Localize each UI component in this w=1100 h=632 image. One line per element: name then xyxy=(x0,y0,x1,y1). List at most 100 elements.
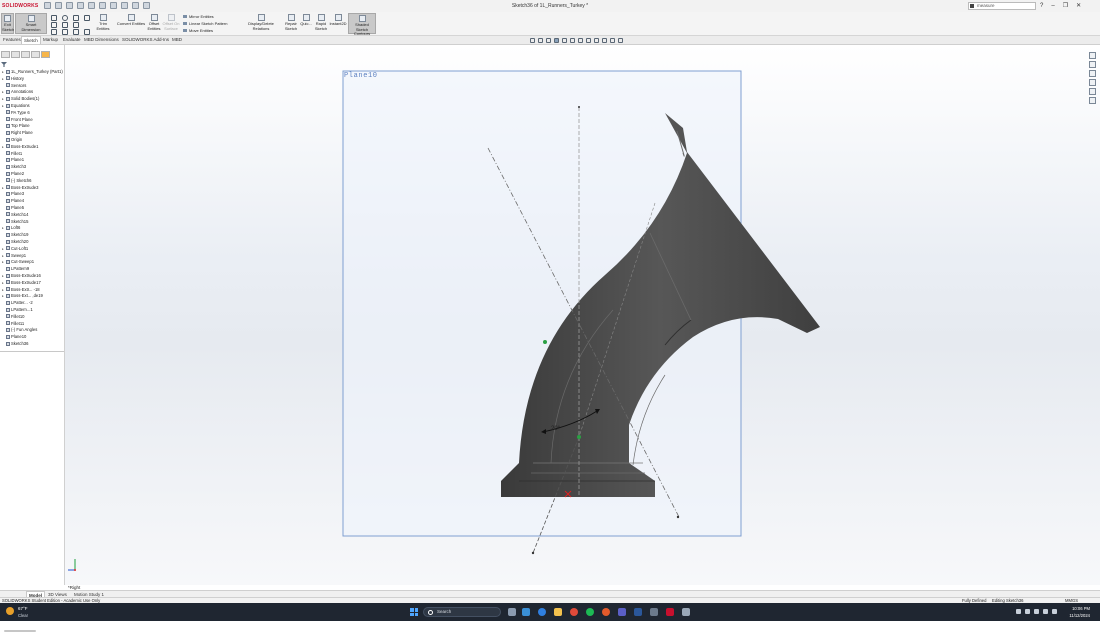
restore-button[interactable]: ❐ xyxy=(1063,2,1068,10)
rebuild-icon[interactable] xyxy=(121,2,128,9)
tree-item[interactable]: Fillet10 xyxy=(2,314,25,320)
dimxpert-icon[interactable] xyxy=(31,51,40,58)
offset-on-surface-button[interactable]: Offset On Surface xyxy=(162,13,180,34)
tree-item[interactable]: Sketch20 xyxy=(2,239,28,245)
tree-item[interactable]: Sketch36 xyxy=(2,341,28,347)
appearances-icon[interactable] xyxy=(1089,88,1096,95)
tab-solidworks-addins[interactable]: SOLIDWORKS Add-Ins xyxy=(120,36,171,44)
sketch-endpoint[interactable] xyxy=(676,515,680,519)
mirror-entities-button[interactable]: Mirror Entities xyxy=(183,14,214,19)
dynamic-annotation-icon[interactable] xyxy=(562,38,567,43)
tree-item[interactable]: ▸ Boss-Extrude17 xyxy=(2,280,41,286)
tree-item[interactable]: ▸ Boss-Extrude16 xyxy=(2,273,41,279)
weather-icon[interactable] xyxy=(6,607,14,615)
exit-sketch-button[interactable]: Exit Sketch xyxy=(1,13,14,34)
plane-tool-icon[interactable] xyxy=(73,29,79,35)
circle-tool-icon[interactable] xyxy=(62,15,68,21)
undo-icon[interactable] xyxy=(99,2,106,9)
smart-dimension-button[interactable]: Smart Dimension xyxy=(15,13,47,34)
tab-sketch[interactable]: Sketch xyxy=(21,36,41,44)
tree-item[interactable]: Sketch14 xyxy=(2,212,28,218)
tree-item[interactable]: ▸ Loft6 xyxy=(2,225,20,231)
tree-item[interactable]: Plane5 xyxy=(2,205,24,211)
arc-tool-icon[interactable] xyxy=(51,29,57,35)
edge-icon[interactable] xyxy=(538,608,546,616)
word-icon[interactable] xyxy=(634,608,642,616)
help-button[interactable]: ? xyxy=(1040,2,1043,10)
tree-item[interactable]: ▸ 1L_Runners_Turkey (Part1) xyxy=(2,69,63,75)
spotify-icon[interactable] xyxy=(586,608,594,616)
clock-date[interactable]: 11/12/2024 xyxy=(1062,613,1090,618)
property-manager-icon[interactable] xyxy=(11,51,20,58)
sketch-endpoint[interactable] xyxy=(531,551,535,555)
wifi-icon[interactable] xyxy=(1034,609,1039,614)
tree-item[interactable]: PA Type 6 xyxy=(2,110,30,116)
tree-item[interactable]: ▸ History xyxy=(2,76,24,82)
tree-item[interactable]: (-) Sketch6 xyxy=(2,178,31,184)
tree-item[interactable]: ▸ Cut-Sweep1 xyxy=(2,259,34,265)
sketch-point[interactable] xyxy=(577,435,581,439)
rapid-sketch-button[interactable]: Rapid Sketch xyxy=(314,13,328,34)
view-settings-icon[interactable] xyxy=(610,38,615,43)
tab-mbd[interactable]: MBD xyxy=(170,36,184,44)
display-style-icon[interactable] xyxy=(578,38,583,43)
line-tool-icon[interactable] xyxy=(51,15,57,21)
new-icon[interactable] xyxy=(55,2,62,9)
chevron-up-icon[interactable] xyxy=(1016,609,1021,614)
print-icon[interactable] xyxy=(88,2,95,9)
app-icon[interactable] xyxy=(650,608,658,616)
display-manager-icon[interactable] xyxy=(41,51,50,58)
monitor-icon[interactable] xyxy=(618,38,623,43)
spline-tool-icon[interactable] xyxy=(73,15,79,21)
graphics-area[interactable]: 20° Plane10 xyxy=(65,45,1100,585)
volume-icon[interactable] xyxy=(1043,609,1048,614)
tree-item[interactable]: Front Plane xyxy=(2,117,33,123)
widgets-icon[interactable] xyxy=(522,608,530,616)
tree-item[interactable]: Right Plane xyxy=(2,130,33,136)
tab-evaluate[interactable]: Evaluate xyxy=(61,36,83,44)
configuration-manager-icon[interactable] xyxy=(21,51,30,58)
tree-item[interactable]: Plane10 xyxy=(2,334,26,340)
firefox-icon[interactable] xyxy=(602,608,610,616)
tab-features[interactable]: Features xyxy=(1,36,23,44)
tree-item[interactable]: ▸ Annotations xyxy=(2,89,33,95)
trim-entities-button[interactable]: Trim Entities xyxy=(92,13,114,34)
design-tree-icon[interactable] xyxy=(1,51,10,58)
app-icon[interactable] xyxy=(682,608,690,616)
tree-item[interactable]: Plane3 xyxy=(2,191,24,197)
offset-entities-button[interactable]: Offset Entities xyxy=(147,13,161,34)
edit-appearance-icon[interactable] xyxy=(594,38,599,43)
save-icon[interactable] xyxy=(77,2,84,9)
hide-show-icon[interactable] xyxy=(586,38,591,43)
design-library-icon[interactable] xyxy=(1089,61,1096,68)
tree-item[interactable]: Plane2 xyxy=(2,171,24,177)
open-icon[interactable] xyxy=(66,2,73,9)
battery-icon[interactable] xyxy=(1052,609,1057,614)
file-properties-icon[interactable] xyxy=(132,2,139,9)
solidworks-logo[interactable]: SOLIDWORKS xyxy=(2,2,38,10)
zoom-to-fit-icon[interactable] xyxy=(530,38,535,43)
file-explorer-taskbar-icon[interactable] xyxy=(554,608,562,616)
linear-sketch-pattern-button[interactable]: Linear Sketch Pattern xyxy=(183,21,227,26)
tree-item[interactable]: LPattern9 xyxy=(2,266,29,272)
section-view-icon[interactable] xyxy=(554,38,559,43)
tree-item[interactable]: Fillet1 xyxy=(2,151,22,157)
view-palette-icon[interactable] xyxy=(1089,79,1096,86)
onedrive-icon[interactable] xyxy=(1025,609,1030,614)
point-tool-icon[interactable] xyxy=(84,29,90,35)
tree-item[interactable]: Top Plane xyxy=(2,123,30,129)
weather-temperature[interactable]: 67°F xyxy=(18,606,28,611)
solidworks-resources-icon[interactable] xyxy=(1089,52,1096,59)
clock-time[interactable]: 10:06 PM xyxy=(1066,606,1090,611)
custom-properties-icon[interactable] xyxy=(1089,97,1096,104)
tree-item[interactable]: ▸ Sweep1 xyxy=(2,253,26,259)
slot-tool-icon[interactable] xyxy=(62,22,68,28)
select-icon[interactable] xyxy=(110,2,117,9)
tree-item[interactable]: ▸ Boss-Ext... ,de19 xyxy=(2,293,43,299)
tree-item[interactable]: Plane1 xyxy=(2,157,24,163)
solidworks-taskbar-icon[interactable] xyxy=(666,608,674,616)
start-button[interactable] xyxy=(410,608,418,616)
search-input[interactable]: measure xyxy=(968,2,1036,10)
tree-item[interactable]: LPattern...1 xyxy=(2,307,33,313)
text-tool-icon[interactable] xyxy=(84,15,90,21)
